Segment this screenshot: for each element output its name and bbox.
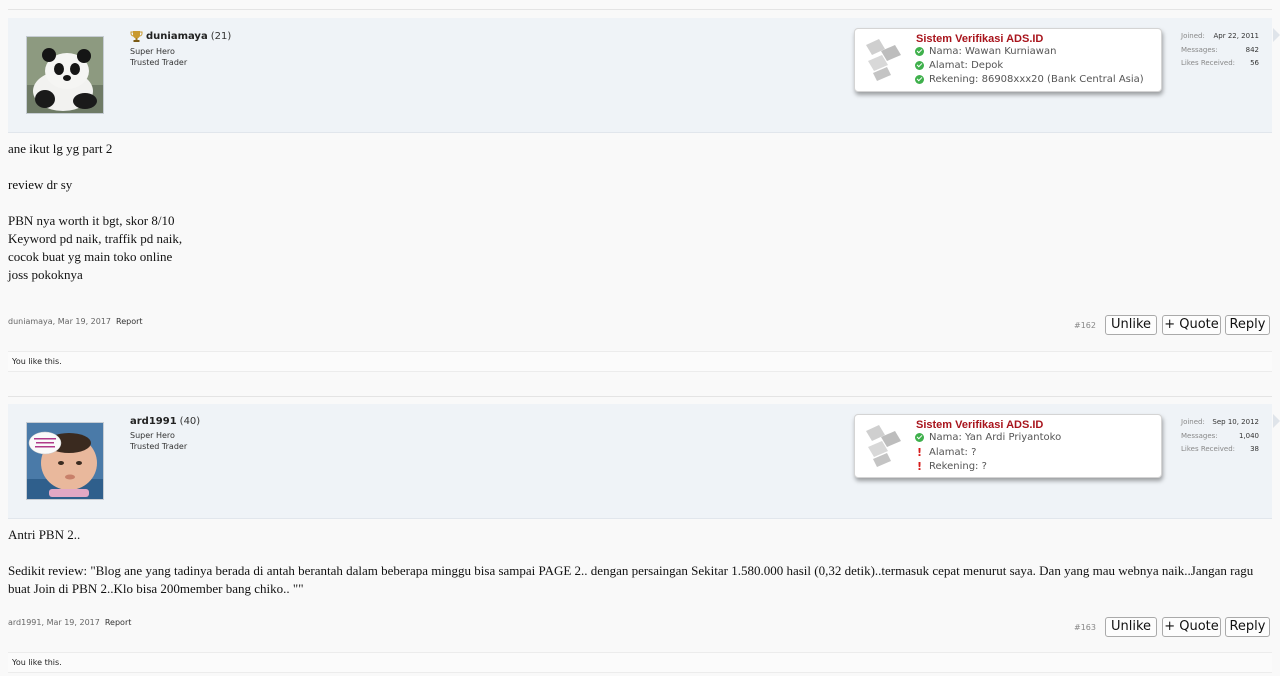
trophy-icon [130, 31, 143, 42]
user-title: Trusted Trader [130, 58, 188, 67]
reply-button[interactable]: Reply [1225, 617, 1270, 637]
user-info-bar: duniamaya (21) Super Hero Trusted Trader… [8, 18, 1280, 133]
collapse-arrow-icon[interactable] [1273, 28, 1280, 42]
post-163: ard1991 (40) Super Hero Trusted Trader S… [8, 404, 1280, 676]
post-author-date[interactable]: duniamaya, Mar 19, 2017 [8, 317, 111, 326]
warning-icon: ! [916, 460, 923, 473]
username-link[interactable]: ard1991 [130, 416, 177, 427]
user-title: Super Hero [130, 47, 175, 56]
user-details: duniamaya (21) Super Hero Trusted Trader [130, 30, 231, 68]
verification-title: Sistem Verifikasi ADS.ID [916, 419, 1044, 431]
likes-summary: You like this. [8, 351, 1272, 372]
check-icon [915, 433, 924, 442]
top-divider [8, 9, 1272, 10]
user-stats: Joined: Sep 10, 2012 Messages: 1,040 Likes… [1181, 418, 1259, 453]
panda-avatar-image [27, 37, 103, 113]
warning-icon: ! [916, 446, 923, 459]
verif-nama-row: Nama: Wawan Kurniawan [915, 46, 1056, 57]
username-link[interactable]: duniamaya [146, 31, 208, 42]
user-info-bar: ard1991 (40) Super Hero Trusted Trader S… [8, 404, 1280, 519]
check-icon [915, 47, 924, 56]
reply-button[interactable]: Reply [1225, 315, 1270, 335]
verification-title: Sistem Verifikasi ADS.ID [916, 33, 1044, 45]
ads-id-logo-icon [866, 39, 901, 81]
verif-alamat-row: Alamat: Depok [915, 60, 1003, 71]
verif-rekening-row: ! Rekening: ? [916, 460, 987, 473]
verif-rekening-row: Rekening: 86908xxx20 (Bank Central Asia) [915, 74, 1144, 85]
verification-box: Sistem Verifikasi ADS.ID Nama: Yan Ardi … [854, 414, 1162, 478]
user-count: (21) [210, 31, 232, 42]
post-message: ane ikut lg yg part 2 review dr sy PBN n… [8, 141, 183, 282]
check-icon [915, 75, 924, 84]
avatar[interactable] [26, 36, 104, 114]
user-stats: Joined: Apr 22, 2011 Messages: 842 Likes R… [1181, 32, 1259, 67]
quote-button[interactable]: + Quote [1162, 315, 1221, 335]
verif-nama-row: Nama: Yan Ardi Priyantoko [915, 432, 1061, 443]
post-162: duniamaya (21) Super Hero Trusted Trader… [8, 18, 1280, 372]
post-divider [8, 396, 1272, 397]
avatar[interactable] [26, 422, 104, 500]
user-count: (40) [179, 416, 201, 427]
post-number-link[interactable]: #162 [1074, 321, 1096, 330]
user-title: Super Hero [130, 431, 175, 440]
verification-box: Sistem Verifikasi ADS.ID Nama: Wawan Kur… [854, 28, 1162, 92]
user-details: ard1991 (40) Super Hero Trusted Trader [130, 416, 200, 452]
quote-button[interactable]: + Quote [1162, 617, 1221, 637]
unlike-button[interactable]: Unlike [1105, 315, 1157, 335]
post-meta: duniamaya, Mar 19, 2017 Report [8, 317, 143, 326]
report-link[interactable]: Report [105, 618, 132, 627]
post-meta: ard1991, Mar 19, 2017 Report [8, 618, 131, 627]
user-title: Trusted Trader [130, 442, 188, 451]
verif-alamat-row: ! Alamat: ? [916, 446, 977, 459]
post-number-link[interactable]: #163 [1074, 623, 1096, 632]
baby-avatar-image [27, 423, 103, 499]
report-link[interactable]: Report [116, 317, 143, 326]
post-message: Antri PBN 2.. Sedikit review: "Blog ane … [8, 527, 1254, 596]
post-author-date[interactable]: ard1991, Mar 19, 2017 [8, 618, 100, 627]
check-icon [915, 61, 924, 70]
unlike-button[interactable]: Unlike [1105, 617, 1157, 637]
likes-summary: You like this. [8, 652, 1272, 673]
collapse-arrow-icon[interactable] [1273, 414, 1280, 428]
ads-id-logo-icon [866, 425, 901, 467]
